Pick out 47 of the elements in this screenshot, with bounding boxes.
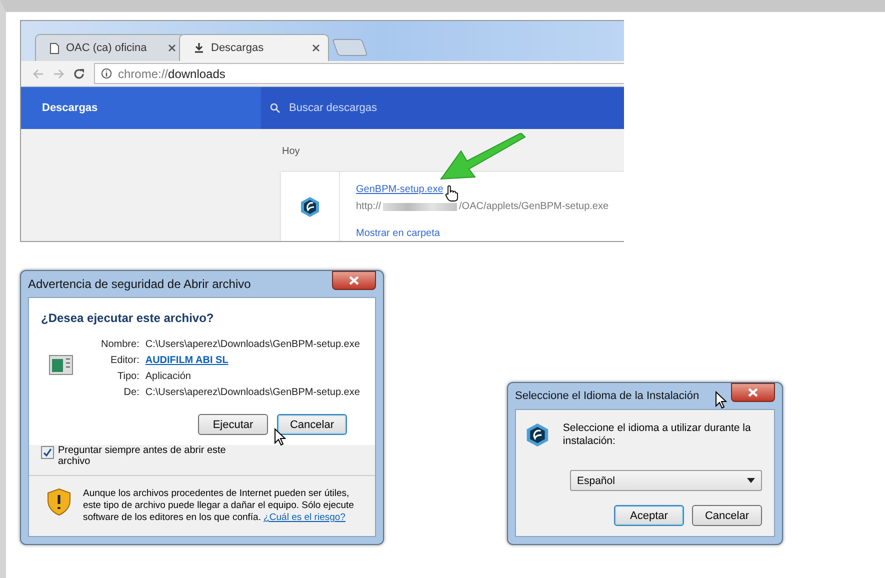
accept-button[interactable]: Aceptar [614, 505, 684, 526]
run-button[interactable]: Ejecutar [198, 414, 268, 435]
field-label: Nombre: [101, 339, 140, 350]
page-icon [50, 42, 59, 54]
field-value: C:\Users\aperez\Downloads\GenBPM-setup.exe [145, 339, 361, 350]
url-text: /OAC/applets/GenBPM-setup.exe [459, 201, 609, 212]
close-button[interactable] [332, 271, 376, 290]
language-dropdown[interactable]: Español [570, 470, 762, 491]
close-icon [748, 388, 758, 397]
field-label: Tipo: [116, 371, 140, 382]
url-text: http:// [356, 201, 382, 212]
browser-tab[interactable]: Descargas [179, 34, 329, 61]
close-button[interactable] [731, 383, 775, 402]
address-bar[interactable]: chrome://downloads [94, 63, 624, 84]
close-icon [349, 276, 359, 285]
prompt-text: Seleccione el idioma a utilizar durante la instalación: [562, 421, 752, 449]
field-value: C:\Users\aperez\Downloads\GenBPM-setup.exe [145, 387, 361, 398]
publisher-link[interactable]: AUDIFILM ABI SL [145, 355, 363, 366]
risk-link[interactable]: ¿Cuál es el riesgo? [264, 512, 346, 523]
dialog-title: Advertencia de seguridad de Abrir archivo [28, 277, 251, 291]
reload-icon[interactable] [73, 68, 85, 80]
field-label: De: [122, 387, 140, 398]
installer-icon [300, 196, 320, 218]
close-icon[interactable] [312, 44, 320, 52]
dialog-title: Seleccione el Idioma de la Instalación [515, 390, 700, 402]
file-link[interactable]: GenBPM-setup.exe [356, 184, 609, 195]
search-icon [270, 103, 280, 113]
cancel-button[interactable]: Cancelar [692, 505, 762, 526]
field-value: Aplicación [145, 371, 192, 382]
search-field[interactable]: Buscar descargas [261, 87, 624, 129]
warning-text: Aunque los archivos procedentes de Internet pueden ser útiles, este tipo de archivo puede llegar a dañar el equipo. Sólo ejecute software de los editores en los que confía. ¿Cuál es el riesgo? [83, 488, 355, 524]
show-in-folder-link[interactable]: Mostrar en carpeta [356, 228, 609, 239]
program-icon [49, 355, 73, 375]
page-title: Descargas [41, 102, 99, 114]
question-heading: ¿Desea ejecutar este archivo? [41, 311, 215, 325]
cancel-button[interactable]: Cancelar [277, 414, 347, 435]
close-icon[interactable] [168, 44, 176, 52]
info-icon [101, 68, 112, 79]
warning-shield-icon [47, 488, 71, 516]
field-label: Editor: [109, 355, 140, 366]
hand-cursor-icon [445, 185, 458, 202]
date-heading: Hoy [282, 146, 300, 158]
cursor-icon [715, 391, 727, 409]
dropdown-arrow-icon [747, 478, 755, 483]
checkbox-label: Preguntar siempre antes de abrir este archivo [58, 445, 227, 467]
checkbox[interactable] [41, 446, 54, 459]
download-icon [194, 43, 204, 53]
